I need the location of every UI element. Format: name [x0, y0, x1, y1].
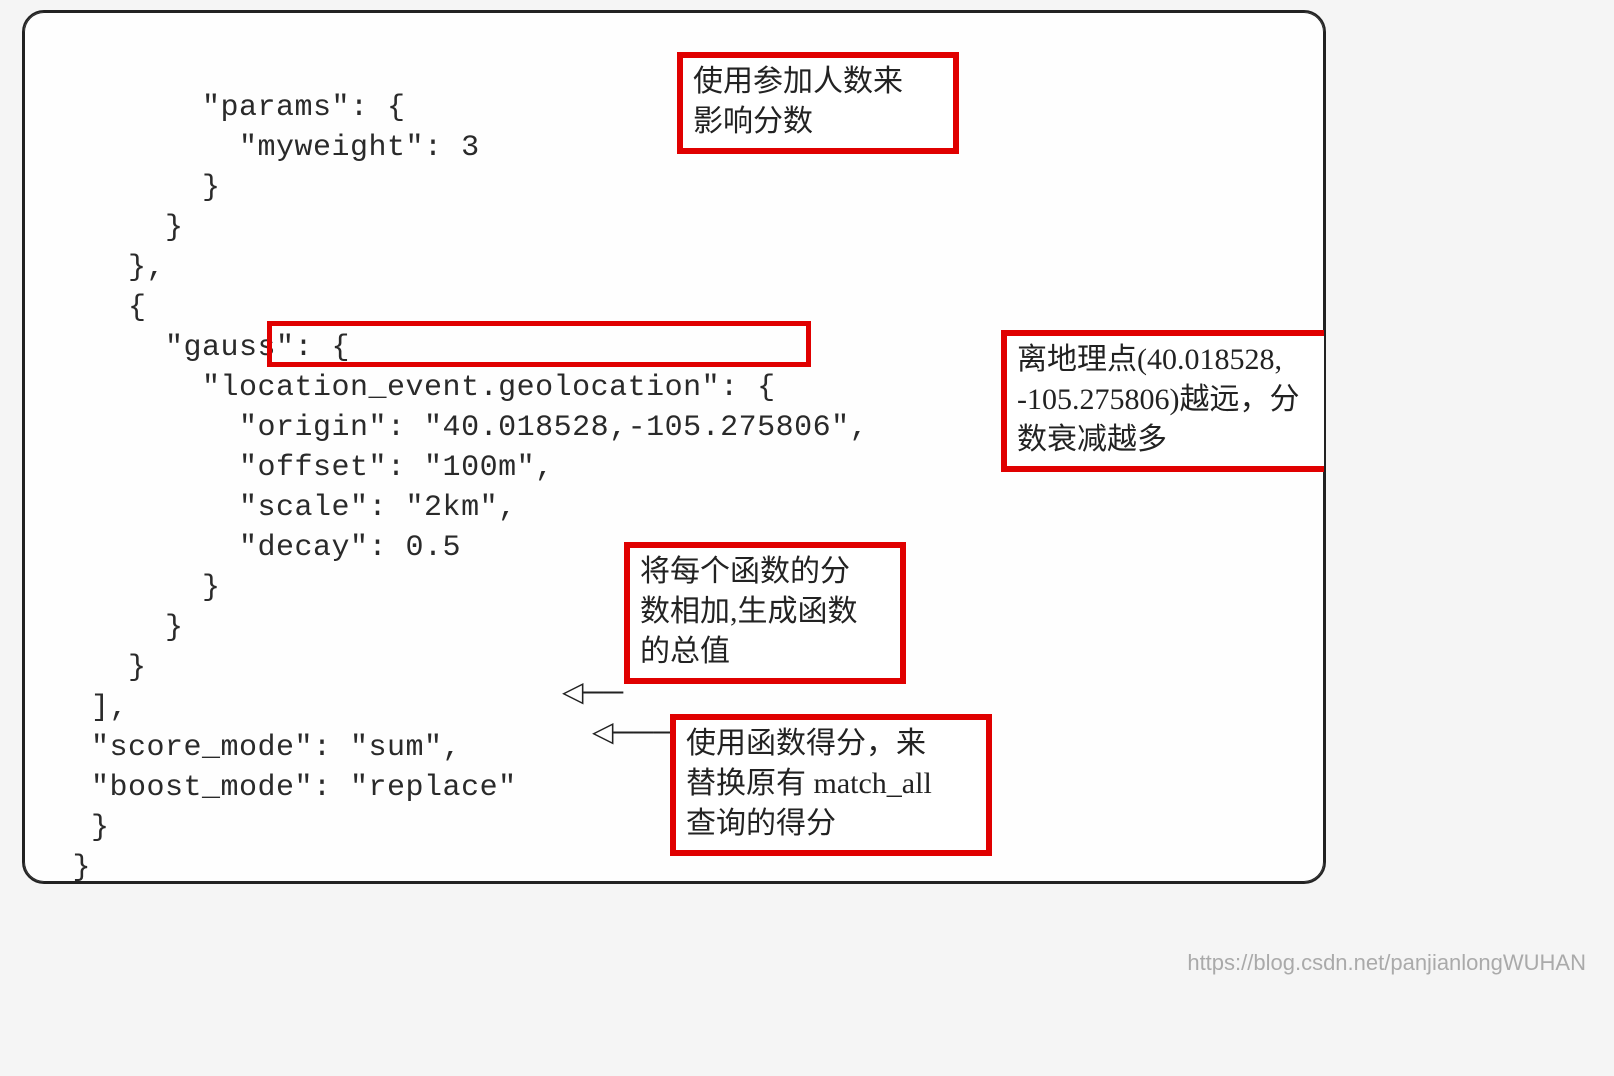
annotation-line: 将每个函数的分 — [640, 552, 890, 592]
arrow-left-icon: ◁─── — [592, 715, 673, 748]
annotation-line: 的总值 — [640, 632, 890, 672]
code-line: ], — [54, 691, 128, 725]
code-line: } — [54, 851, 91, 884]
annotation-line: 数衰减越多 — [1017, 420, 1317, 460]
arrow-left-icon: ◁── — [562, 675, 623, 708]
annotation-line: 影响分数 — [693, 102, 943, 142]
annotation-line: -105.275806)越远，分 — [1017, 380, 1317, 420]
code-line: "myweight": 3 — [54, 131, 480, 165]
annotation-line: 离地理点(40.018528, — [1017, 340, 1317, 380]
annotation-params: 使用参加人数来 影响分数 — [677, 52, 959, 154]
code-line: "score_mode": "sum", — [54, 731, 461, 765]
code-line: { — [54, 291, 147, 325]
code-line: } — [54, 211, 184, 245]
page-frame: "params": { "myweight": 3 } } }, { "gaus… — [22, 10, 1326, 884]
code-line: } — [54, 811, 110, 845]
annotation-score-mode: 将每个函数的分 数相加,生成函数 的总值 — [624, 542, 906, 684]
code-line: } — [54, 171, 221, 205]
code-line: "origin": "40.018528,-105.275806", — [54, 411, 868, 445]
watermark-url: https://blog.csdn.net/panjianlongWUHAN — [1187, 950, 1586, 976]
annotation-gauss-distance: 离地理点(40.018528, -105.275806)越远，分 数衰减越多 — [1001, 330, 1326, 472]
annotation-line: 查询的得分 — [686, 804, 976, 844]
code-line: }, — [54, 251, 165, 285]
annotation-line: 使用参加人数来 — [693, 62, 943, 102]
code-line: "decay": 0.5 — [54, 531, 461, 565]
highlight-geolocation-key — [267, 321, 811, 367]
annotation-boost-mode: 使用函数得分，来 替换原有 match_all 查询的得分 — [670, 714, 992, 856]
code-line: "params": { — [54, 91, 406, 125]
annotation-line: 数相加,生成函数 — [640, 592, 890, 632]
code-line: "scale": "2km", — [54, 491, 517, 525]
annotation-line: 替换原有 match_all — [686, 764, 976, 804]
code-line: } — [54, 651, 147, 685]
annotation-line: 使用函数得分，来 — [686, 724, 976, 764]
code-line: "location_event.geolocation": { — [54, 371, 776, 405]
code-line: } — [54, 611, 184, 645]
code-line: } — [54, 571, 221, 605]
code-line: "boost_mode": "replace" — [54, 771, 517, 805]
code-line: "offset": "100m", — [54, 451, 554, 485]
